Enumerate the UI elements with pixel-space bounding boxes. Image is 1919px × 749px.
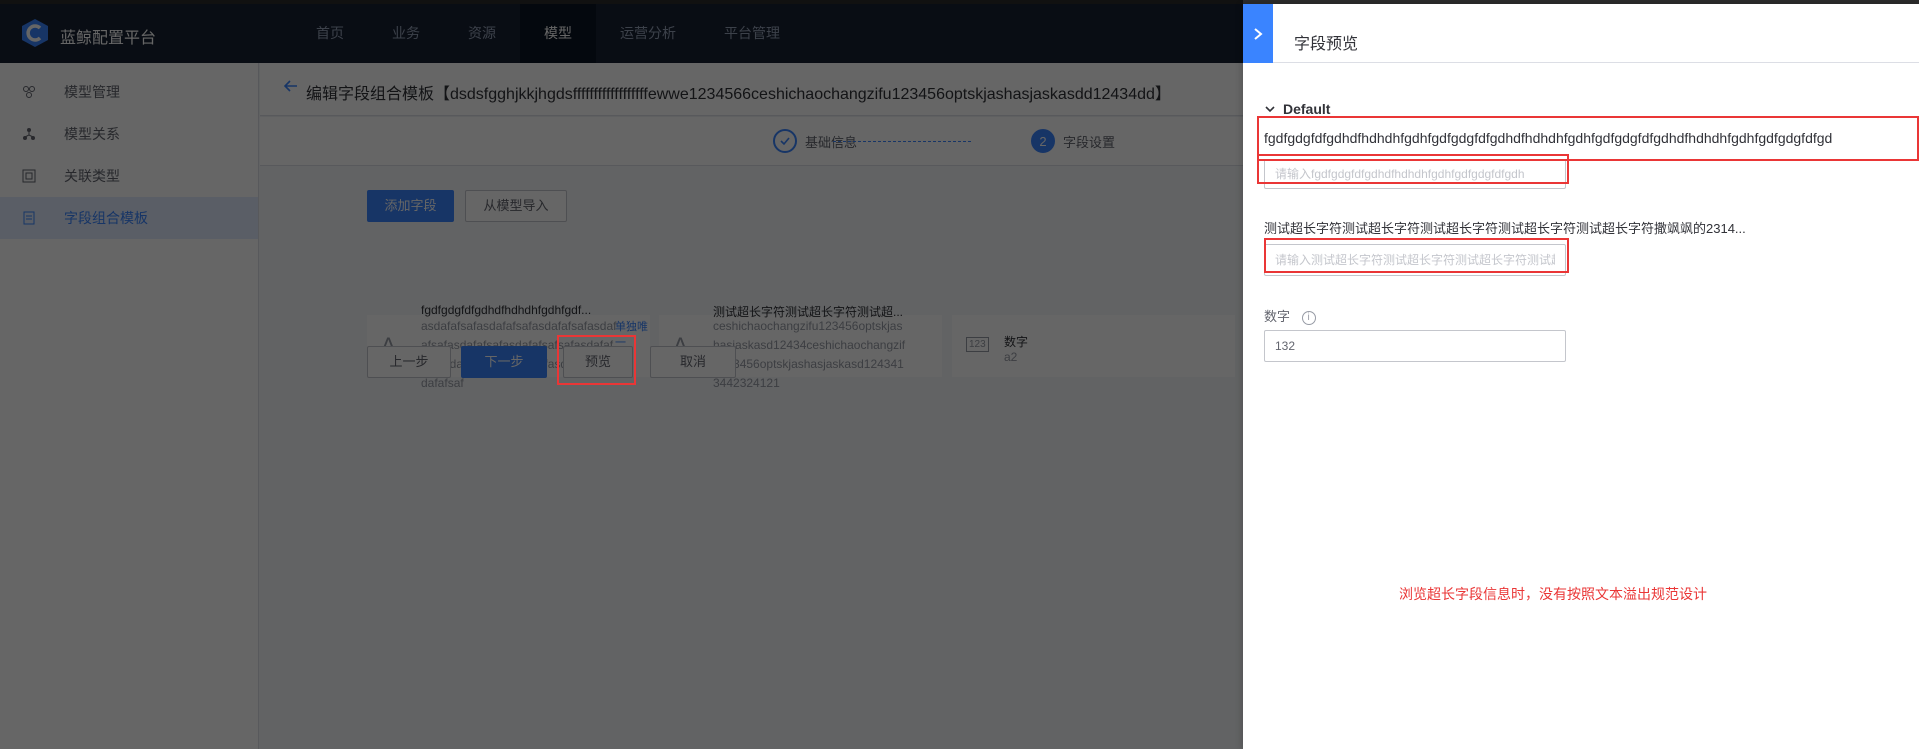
- sidebar-item-field-template[interactable]: 字段组合模板: [0, 197, 258, 239]
- step-field-settings: 2 字段设置: [1031, 129, 1115, 153]
- sidebar-item-model-management[interactable]: 模型管理: [0, 71, 258, 113]
- brand-title: 蓝鲸配置平台: [60, 30, 157, 47]
- sidebar-item-label: 模型管理: [64, 84, 120, 100]
- step-label: 字段设置: [1063, 134, 1116, 150]
- back-arrow-icon[interactable]: [283, 78, 303, 98]
- main-nav: 首页 业务 资源 模型 运营分析 平台管理: [292, 4, 804, 63]
- field-label-3: 数字 i: [1264, 306, 1316, 325]
- number-input[interactable]: [1264, 330, 1566, 362]
- template-icon: [22, 211, 36, 225]
- number-type-icon: 123: [966, 337, 989, 352]
- preview-button[interactable]: 预览: [563, 346, 633, 378]
- nav-platform-management[interactable]: 平台管理: [700, 4, 804, 63]
- drawer-header: 字段预览: [1273, 4, 1919, 63]
- nav-model[interactable]: 模型: [520, 4, 596, 63]
- field-input-2[interactable]: [1264, 244, 1566, 276]
- field-card-id: ceshichaochangzifu123456optskjashasjaska…: [713, 319, 906, 390]
- collapse-drawer-icon[interactable]: [1243, 4, 1273, 63]
- field-label-3-text: 数字: [1264, 309, 1291, 324]
- field-card[interactable]: 123 数字 a2: [952, 315, 1235, 377]
- field-input-1[interactable]: [1264, 159, 1566, 189]
- sidebar-item-relation-type[interactable]: 关联类型: [0, 155, 258, 197]
- annotation-note: 浏览超长字段信息时，没有按照文本溢出规范设计: [1399, 586, 1707, 602]
- sidebar-item-label: 关联类型: [64, 168, 120, 184]
- model-cluster-icon: [22, 85, 36, 99]
- page-title: 编辑字段组合模板【dsdsfgghjkkjhgdsfffffffffffffff…: [306, 86, 1171, 103]
- nav-resource[interactable]: 资源: [444, 4, 520, 63]
- sidebar-item-label: 字段组合模板: [64, 210, 148, 226]
- relation-type-icon: [22, 169, 36, 183]
- step-connector: [833, 141, 971, 142]
- nav-home[interactable]: 首页: [292, 4, 368, 63]
- field-preview-drawer: 字段预览 Default fgdfgdgfdfgdhdfhdhdhfgdhfgd…: [1243, 4, 1919, 749]
- field-card-id: a2: [1004, 350, 1018, 364]
- topology-icon: [22, 127, 36, 141]
- group-title: Default: [1283, 101, 1331, 117]
- sidebar-item-model-relation[interactable]: 模型关系: [0, 113, 258, 155]
- bk-logo-icon: [22, 19, 48, 47]
- field-label-1: fgdfgdgfdfgdhdfhdhdhfgdhfgdfgdgfdfgdhdfh…: [1264, 130, 1833, 146]
- drawer-title: 字段预览: [1294, 36, 1359, 53]
- step-number: 2: [1031, 129, 1055, 153]
- nav-operation-analysis[interactable]: 运营分析: [596, 4, 700, 63]
- sidebar-item-label: 模型关系: [64, 126, 120, 142]
- nav-business[interactable]: 业务: [368, 4, 444, 63]
- chevron-down-icon: [1265, 102, 1275, 116]
- field-card-name: fgdfgdgfdfgdhdfhdhdhfgdhfgdf...: [421, 303, 592, 317]
- next-step-button[interactable]: 下一步: [461, 346, 547, 378]
- add-field-button[interactable]: 添加字段: [367, 190, 454, 222]
- cancel-button[interactable]: 取消: [650, 346, 736, 378]
- info-icon[interactable]: i: [1301, 310, 1316, 325]
- prev-step-button[interactable]: 上一步: [367, 346, 451, 378]
- field-label-2: 测试超长字符测试超长字符测试超长字符测试超长字符测试超长字符撒飒飒的2314..…: [1264, 221, 1746, 236]
- check-icon: [773, 129, 797, 153]
- import-from-model-button[interactable]: 从模型导入: [465, 190, 567, 222]
- sidebar: 模型管理 模型关系 关联类型 字段组合模板: [0, 63, 259, 749]
- group-default[interactable]: Default: [1265, 101, 1330, 117]
